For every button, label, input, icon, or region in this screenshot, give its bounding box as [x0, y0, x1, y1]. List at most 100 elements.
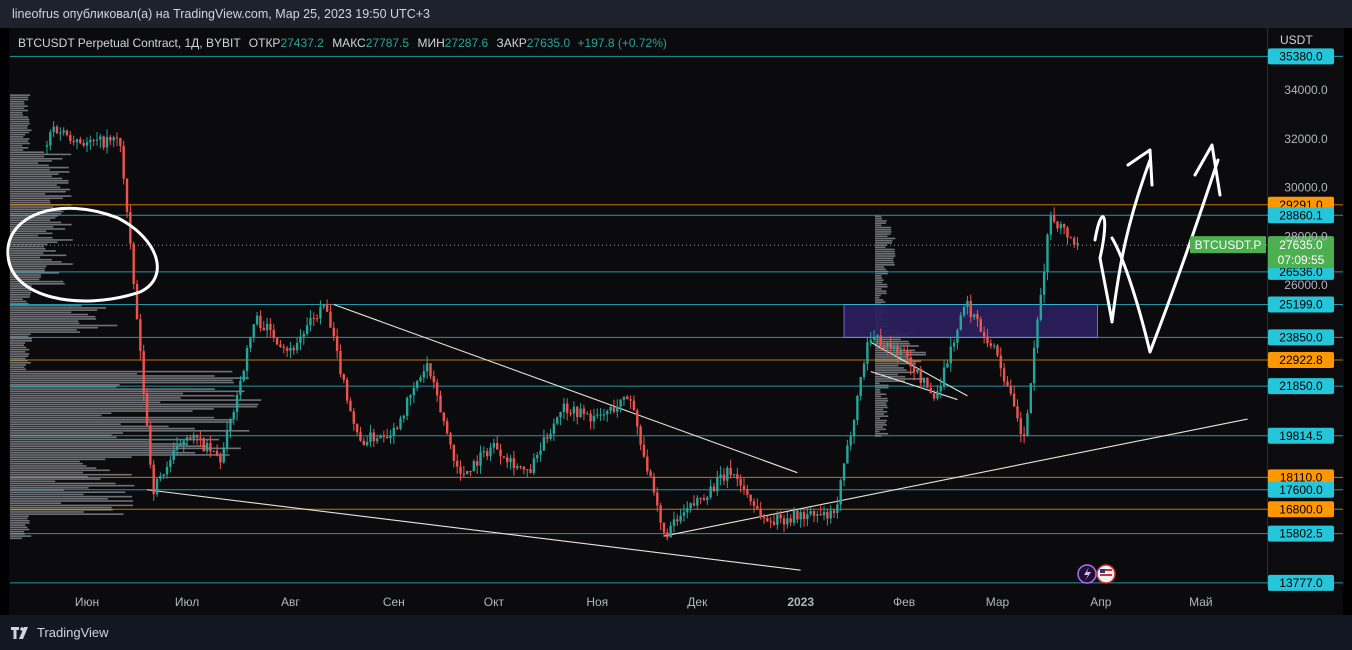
candle-body: [465, 471, 469, 474]
us-flag-stripe: [1100, 574, 1112, 576]
volume-profile-bar: [10, 221, 62, 224]
candle-body: [295, 342, 299, 351]
price-chart[interactable]: 35380.029291.028860.126536.025199.023850…: [0, 0, 1352, 650]
candle-body: [299, 336, 302, 343]
symbol-tag: BTCUSDT.P: [1195, 238, 1262, 252]
volume-profile-bar-2: [875, 255, 896, 257]
candle-body: [739, 479, 742, 486]
volume-profile-bar: [10, 320, 79, 322]
volume-profile-bar: [10, 506, 112, 509]
volume-profile-bar: [10, 296, 30, 298]
candle-body: [939, 386, 942, 392]
price-level-label: 19814.5: [1279, 429, 1323, 443]
volume-profile-bar: [10, 337, 32, 340]
volume-profile-bar: [10, 153, 72, 156]
candle-body: [332, 327, 335, 337]
volume-profile-bar: [10, 390, 245, 393]
volume-profile-bar: [10, 511, 84, 513]
volume-profile-bar: [10, 278, 40, 281]
candle-body: [969, 300, 972, 318]
candle-body: [172, 450, 175, 461]
legend-open-label: ОТКР: [248, 36, 281, 50]
candle-body: [1072, 238, 1076, 245]
candle-body: [355, 423, 359, 433]
candle-body: [92, 139, 95, 141]
candle-body: [496, 442, 499, 450]
candle-body: [719, 474, 722, 479]
candle-body: [375, 438, 379, 442]
candle-body: [976, 314, 979, 320]
candle-body: [395, 427, 399, 429]
candle-body: [929, 387, 932, 394]
legend-high-label: МАКС: [332, 36, 366, 50]
candle-body: [405, 397, 409, 416]
candle-body: [145, 393, 149, 426]
candle-body: [629, 399, 632, 401]
volume-profile-bar-2: [875, 369, 907, 371]
candle-body: [759, 508, 762, 518]
candle-body: [309, 318, 312, 326]
candle-body: [746, 489, 749, 495]
candle-body: [879, 335, 882, 347]
volume-profile-bar: [10, 157, 63, 160]
volume-profile-bar-2: [875, 356, 909, 358]
volume-profile-bar: [10, 500, 134, 502]
candle-body: [455, 460, 459, 467]
volume-profile-bar: [10, 179, 69, 182]
volume-profile-bar: [10, 109, 29, 112]
volume-profile-bar: [10, 513, 124, 515]
candle-body: [62, 130, 65, 133]
volume-profile-bar: [10, 155, 45, 158]
candle-body: [235, 394, 239, 413]
volume-profile-bar: [10, 530, 25, 533]
volume-profile-bar: [10, 324, 118, 327]
candle-body: [826, 512, 829, 519]
volume-profile-bar-2: [875, 281, 883, 284]
volume-profile-bar: [10, 522, 30, 524]
candle-body: [606, 410, 609, 415]
tradingview-logo[interactable]: TradingView: [11, 625, 109, 640]
candle-body: [946, 363, 949, 368]
candle-body: [962, 307, 966, 316]
volume-profile-bar: [10, 142, 31, 145]
candle-body: [162, 474, 165, 476]
volume-profile-bar: [10, 524, 26, 526]
candle-body: [322, 304, 325, 307]
candle-body: [182, 440, 185, 445]
candle-body: [489, 447, 492, 457]
volume-profile-bar: [10, 473, 132, 476]
candle-body: [712, 486, 716, 492]
candle-body: [239, 380, 242, 395]
volume-profile-bar: [10, 206, 54, 208]
candle-body: [199, 437, 202, 439]
candle-body: [329, 311, 332, 328]
x-tick-label: Мар: [986, 595, 1010, 609]
candle-body: [729, 467, 732, 476]
volume-profile-bar: [10, 300, 27, 303]
volume-profile-bar-2: [875, 220, 887, 222]
candle-body: [696, 497, 699, 506]
volume-profile-bar: [10, 537, 22, 540]
candle-body: [659, 505, 662, 523]
candle-body: [1066, 227, 1069, 238]
candle-body: [1062, 223, 1066, 228]
volume-profile-bar: [10, 331, 80, 333]
candle-body: [79, 139, 82, 144]
candle-body: [292, 347, 295, 351]
candle-body: [809, 511, 812, 515]
price-level-label: 22922.8: [1279, 353, 1323, 367]
candle-body: [452, 444, 456, 461]
trendline: [146, 489, 801, 571]
candle-body: [349, 400, 352, 412]
candle-body: [1056, 221, 1059, 229]
volume-profile-bar: [10, 234, 39, 237]
y-tick-label: 26000.0: [1284, 278, 1328, 292]
volume-profile-bar: [10, 241, 58, 243]
candle-body: [69, 135, 72, 141]
volume-profile-bar-2: [875, 395, 881, 398]
candle-body: [836, 504, 839, 513]
candle-body: [989, 343, 992, 347]
candle-body: [896, 346, 899, 356]
candle-body: [205, 443, 209, 452]
candle-body: [526, 469, 529, 471]
